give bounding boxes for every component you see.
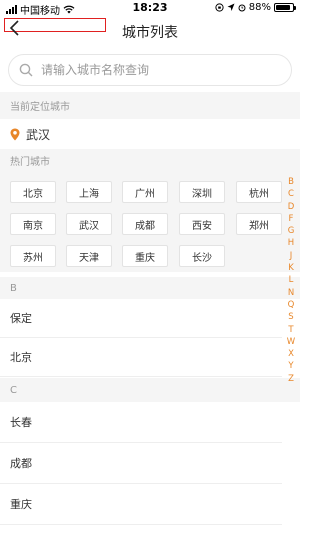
index-letter-w[interactable]: W <box>284 336 298 348</box>
alphabet-index-bar[interactable]: B C D F G H J K L N Q S T W X Y Z <box>284 176 298 385</box>
hot-city-button[interactable]: 武汉 <box>66 213 112 235</box>
index-letter-z[interactable]: Z <box>284 373 298 385</box>
index-letter-j[interactable]: J <box>284 250 298 262</box>
location-arrow-icon <box>227 3 235 11</box>
hot-city-button[interactable]: 深圳 <box>179 181 225 203</box>
city-row[interactable]: 成都 <box>0 443 282 484</box>
index-letter-d[interactable]: D <box>284 201 298 213</box>
alarm-icon <box>238 4 246 12</box>
section-header-c: C <box>0 378 300 402</box>
hot-city-button[interactable]: 广州 <box>122 181 168 203</box>
current-location-city: 武汉 <box>26 127 51 142</box>
hot-city-button[interactable]: 长沙 <box>179 245 225 267</box>
index-letter-h[interactable]: H <box>284 237 298 249</box>
index-letter-k[interactable]: K <box>284 262 298 274</box>
city-row[interactable]: 北京 <box>0 338 282 377</box>
index-letter-y[interactable]: Y <box>284 360 298 372</box>
hot-city-button[interactable]: 天津 <box>66 245 112 267</box>
current-location-header: 当前定位城市 <box>0 92 300 119</box>
search-box[interactable] <box>8 54 292 86</box>
hot-cities-header: 热门城市 <box>0 149 300 171</box>
hot-city-button[interactable]: 杭州 <box>236 181 282 203</box>
index-letter-f[interactable]: F <box>284 213 298 225</box>
search-area <box>0 46 300 92</box>
city-row[interactable]: 长春 <box>0 402 282 443</box>
index-letter-n[interactable]: N <box>284 287 298 299</box>
index-letter-s[interactable]: S <box>284 311 298 323</box>
index-letter-b[interactable]: B <box>284 176 298 188</box>
hot-city-button[interactable]: 西安 <box>179 213 225 235</box>
orientation-lock-icon <box>215 3 224 12</box>
city-row[interactable]: 重庆 <box>0 484 282 525</box>
hot-city-button[interactable]: 南京 <box>10 213 56 235</box>
hot-city-button[interactable]: 重庆 <box>122 245 168 267</box>
city-row[interactable]: 保定 <box>0 299 282 338</box>
battery-icon <box>274 3 296 12</box>
hot-city-button[interactable]: 郑州 <box>236 213 282 235</box>
search-icon <box>19 63 33 77</box>
index-letter-t[interactable]: T <box>284 324 298 336</box>
index-letter-l[interactable]: L <box>284 274 298 286</box>
hot-city-button[interactable]: 成都 <box>122 213 168 235</box>
section-header-b: B <box>0 277 300 299</box>
nav-bar: 城市列表 <box>0 16 300 46</box>
current-location-row[interactable]: 武汉 <box>0 119 300 149</box>
status-bar: 中国移动 18:23 88% <box>0 0 300 17</box>
location-pin-icon <box>10 128 20 140</box>
hot-cities-grid: 北京 上海 广州 深圳 杭州 南京 武汉 成都 西安 郑州 苏州 天津 重庆 长… <box>0 171 300 272</box>
page-title: 城市列表 <box>122 25 178 41</box>
index-letter-c[interactable]: C <box>284 188 298 200</box>
hot-city-button[interactable]: 北京 <box>10 181 56 203</box>
hot-city-button[interactable]: 上海 <box>66 181 112 203</box>
index-letter-x[interactable]: X <box>284 348 298 360</box>
hot-city-button[interactable]: 苏州 <box>10 245 56 267</box>
index-letter-q[interactable]: Q <box>284 299 298 311</box>
battery-percent: 88% <box>248 2 271 13</box>
index-letter-g[interactable]: G <box>284 225 298 237</box>
search-input[interactable] <box>41 63 261 77</box>
